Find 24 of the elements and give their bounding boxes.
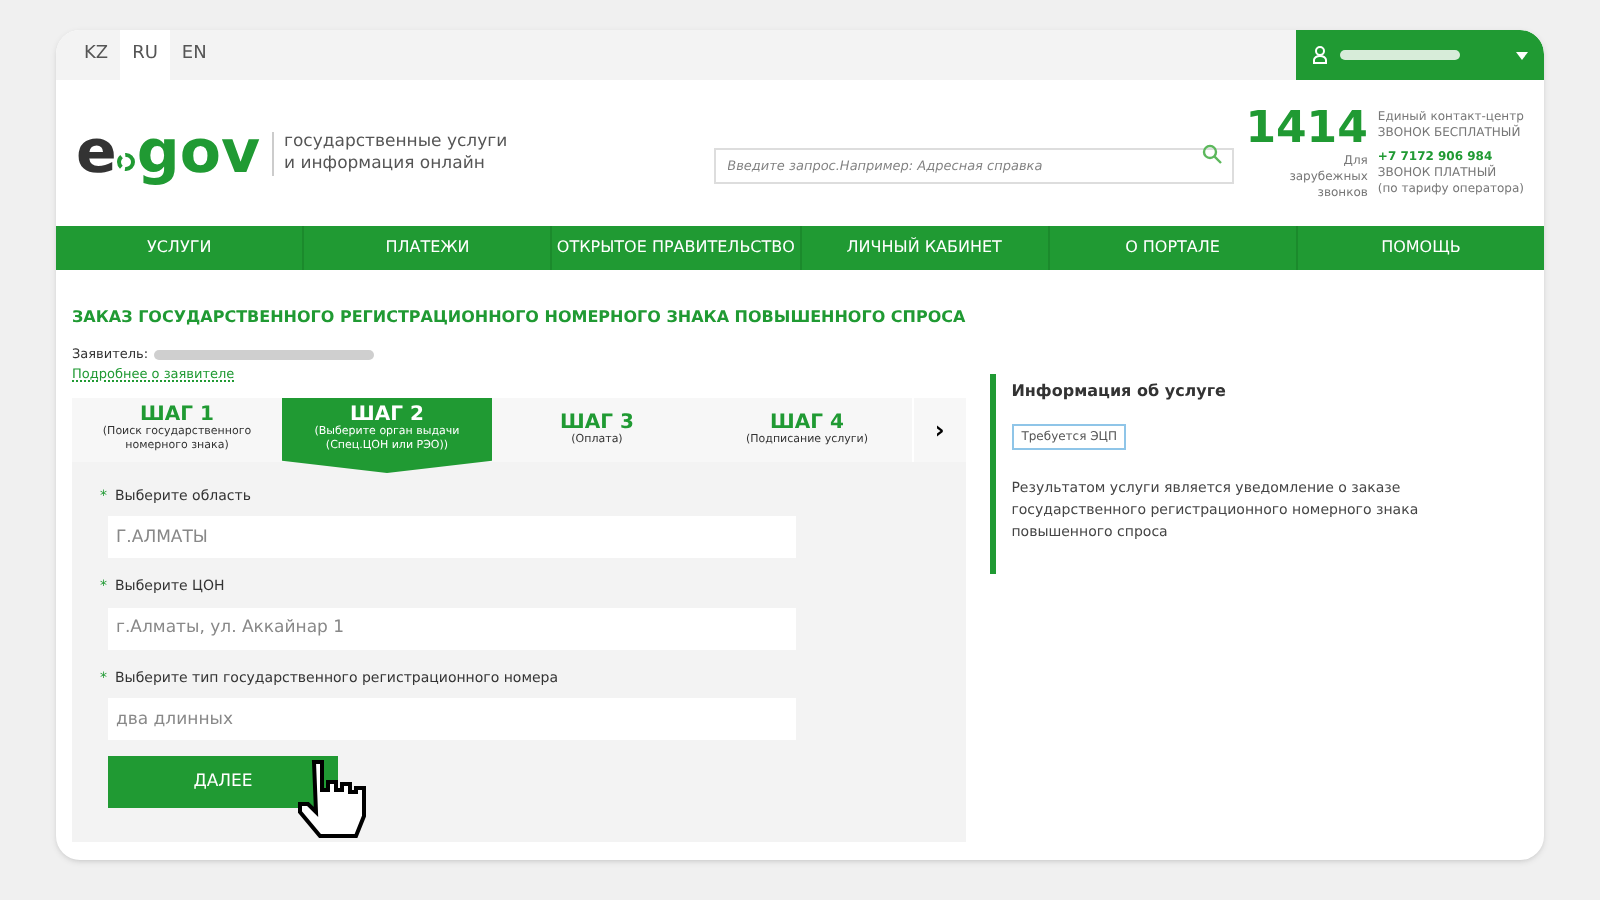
select-field[interactable]: Г.АЛМАТЫ (108, 516, 796, 558)
contact-number: 1414 (1245, 105, 1368, 153)
user-icon (1312, 46, 1328, 64)
nav-item[interactable]: ПОМОЩЬ (1295, 226, 1544, 270)
search-icon (1201, 143, 1222, 163)
nav-item[interactable]: ОТКРЫТОЕ ПРАВИТЕЛЬСТВО (550, 226, 800, 270)
nav-item[interactable]: УСЛУГИ (56, 226, 303, 270)
tagline-text: государственные услуги (284, 131, 508, 153)
logo[interactable]: e gov (76, 123, 260, 183)
user-menu[interactable] (1296, 30, 1544, 80)
tagline-text: и информация онлайн (284, 153, 487, 175)
blurred-username (1340, 50, 1460, 60)
language-tab[interactable]: EN (169, 30, 219, 80)
nav-item[interactable]: О ПОРТАЛЕ (1047, 226, 1296, 270)
language-tab[interactable]: RU (120, 30, 170, 80)
select-field[interactable]: два длинных (108, 698, 796, 740)
select-field[interactable]: г.Алматы, ул. Аккайнар 1 (108, 607, 796, 649)
page-title: ЗАКАЗ ГОСУДАРСТВЕННОГО РЕГИСТРАЦИОННОГО НОМЕРНОГО ЗНАКА ПОВЫШЕННОГО СПРОСА (72, 306, 966, 330)
info-title: Информация об услуге (1011, 380, 1226, 404)
nav-item[interactable]: ЛИЧНЫЙ КАБИНЕТ (799, 226, 1048, 270)
nav-item[interactable]: ПЛАТЕЖИ (302, 226, 551, 270)
next-button[interactable]: ДАЛЕЕ (108, 756, 338, 809)
language-tab[interactable]: KZ (72, 30, 121, 80)
caret-icon (1516, 51, 1528, 59)
